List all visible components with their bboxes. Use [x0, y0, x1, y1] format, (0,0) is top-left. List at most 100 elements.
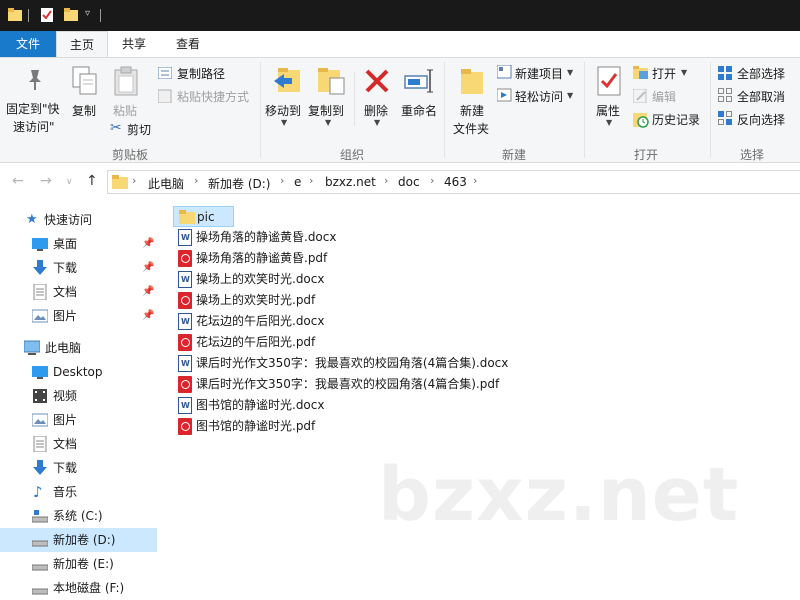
breadcrumb-item[interactable]: 此电脑 — [148, 175, 184, 192]
nav-item-music[interactable]: ♪ 音乐 — [0, 480, 157, 504]
word-document-icon — [178, 313, 192, 330]
new-item-icon — [497, 65, 512, 79]
file-name: 图书馆的静谧时光.docx — [196, 398, 325, 412]
address-bar[interactable]: › 此电脑 › 新加卷 (D:) › e › bzxz.net › doc › … — [107, 170, 800, 194]
breadcrumb-item[interactable]: 新加卷 (D:) — [208, 175, 270, 192]
pdf-icon — [178, 292, 192, 309]
pdf-icon — [178, 376, 192, 393]
breadcrumb-item[interactable]: bzxz.net — [325, 175, 376, 189]
pdf-icon — [178, 418, 192, 435]
ribbon: 固定到"快 速访问" 复制 粘贴 复制路径 粘贴快捷方式 ✂ 剪切 剪贴板 移动… — [0, 57, 800, 163]
word-document-icon — [178, 229, 192, 246]
pin-icon[interactable]: 📌 — [142, 280, 154, 304]
breadcrumb-separator-icon[interactable]: › — [473, 174, 477, 187]
separator — [444, 62, 445, 158]
download-icon — [33, 260, 47, 275]
select-all-icon — [718, 66, 732, 80]
nav-item-downloads-pc[interactable]: 下载 — [0, 456, 157, 480]
new-item-label: 新建项目 — [515, 67, 564, 81]
nav-item-desktop-pc[interactable]: Desktop — [0, 360, 157, 384]
chevron-down-icon: ▼ — [567, 68, 574, 77]
pin-label: 速访问" — [13, 120, 55, 134]
pin-label: 固定到"快 — [6, 102, 60, 116]
nav-item-documents[interactable]: 文档 📌 — [0, 280, 157, 304]
nav-item-label: 视频 — [53, 389, 78, 403]
nav-item-label: 文档 — [53, 285, 78, 299]
tab-home[interactable]: 主页 — [56, 31, 108, 58]
up-arrow-icon[interactable]: ↑ — [86, 173, 98, 189]
nav-item-pictures-pc[interactable]: 图片 — [0, 408, 157, 432]
nav-item-label: 图片 — [53, 309, 78, 323]
breadcrumb-item[interactable]: 463 — [444, 175, 467, 189]
nav-item-drive-c[interactable]: 系统 (C:) — [0, 504, 157, 528]
copy-to-icon — [318, 68, 345, 95]
desktop-icon — [32, 366, 48, 379]
navigation-pane: ★ 快速访问 桌面 📌 下载 📌 文档 📌 图片 📌 此电脑 Desktop 视… — [0, 200, 157, 600]
nav-item-label: 文档 — [53, 437, 78, 451]
nav-item-label: 系统 (C:) — [53, 509, 103, 523]
breadcrumb-item[interactable]: e — [294, 175, 301, 189]
pictures-icon — [32, 309, 48, 323]
group-label-new: 新建 — [501, 148, 526, 162]
nav-item-this-pc[interactable]: 此电脑 — [0, 336, 157, 360]
video-icon — [33, 389, 47, 403]
nav-item-videos[interactable]: 视频 — [0, 384, 157, 408]
move-to-label: 移动到 — [265, 104, 302, 118]
delete-label: 删除 — [364, 104, 389, 118]
recent-locations-icon[interactable]: ∨ — [66, 177, 73, 187]
address-bar-row: ← → ∨ ↑ › 此电脑 › 新加卷 (D:) › e › bzxz.net … — [0, 164, 800, 200]
breadcrumb-separator-icon[interactable]: › — [280, 174, 284, 187]
nav-item-label: 桌面 — [53, 237, 78, 251]
nav-item-label: 快速访问 — [44, 213, 93, 227]
nav-item-downloads[interactable]: 下载 📌 — [0, 256, 157, 280]
group-label-clipboard: 剪贴板 — [111, 148, 148, 162]
group-label-open: 打开 — [633, 148, 658, 162]
nav-item-drive-d[interactable]: 新加卷 (D:) — [0, 528, 157, 552]
file-list: pic 操场角落的静谧黄昏.docx 操场角落的静谧黄昏.pdf 操场上的欢笑时… — [157, 200, 800, 600]
breadcrumb-separator-icon[interactable]: › — [384, 174, 388, 187]
file-name: 操场上的欢笑时光.docx — [196, 272, 325, 286]
new-folder-icon — [461, 69, 483, 94]
tab-view[interactable]: 查看 — [162, 31, 214, 57]
desktop-icon — [32, 238, 48, 251]
new-folder-label: 新建 — [460, 104, 485, 118]
nav-item-desktop[interactable]: 桌面 📌 — [0, 232, 157, 256]
breadcrumb-separator-icon[interactable]: › — [132, 174, 136, 187]
breadcrumb-item[interactable]: doc — [398, 175, 420, 189]
properties-quick-icon[interactable] — [40, 8, 54, 22]
paste-shortcut-icon — [158, 89, 172, 103]
breadcrumb-separator-icon[interactable]: › — [430, 174, 434, 187]
nav-item-drive-f[interactable]: 本地磁盘 (F:) — [0, 576, 157, 600]
customize-toolbar-icon[interactable]: ▿ — [85, 8, 90, 19]
nav-item-pictures[interactable]: 图片 📌 — [0, 304, 157, 328]
nav-item-label: 下载 — [53, 461, 78, 475]
word-document-icon — [178, 355, 192, 372]
group-label-select: 选择 — [739, 148, 764, 162]
nav-item-drive-e[interactable]: 新加卷 (E:) — [0, 552, 157, 576]
chevron-down-icon: ▼ — [681, 68, 688, 77]
breadcrumb-separator-icon[interactable]: › — [194, 174, 198, 187]
tab-share[interactable]: 共享 — [110, 31, 158, 57]
nav-item-quick-access[interactable]: ★ 快速访问 — [0, 208, 157, 232]
history-icon — [633, 113, 649, 128]
chevron-down-icon: ▼ — [281, 118, 288, 127]
edit-label: 编辑 — [652, 90, 677, 104]
file-name: 操场上的欢笑时光.pdf — [196, 293, 316, 307]
back-arrow-icon[interactable]: ← — [12, 173, 24, 189]
new-folder-quick-icon[interactable] — [64, 8, 78, 22]
chevron-down-icon: ▼ — [374, 118, 381, 127]
breadcrumb-separator-icon[interactable]: › — [309, 174, 313, 187]
forward-arrow-icon[interactable]: → — [40, 173, 52, 189]
list-item-folder[interactable]: pic — [173, 206, 234, 227]
select-none-icon — [718, 88, 732, 102]
pin-icon[interactable]: 📌 — [142, 232, 154, 256]
pin-icon[interactable]: 📌 — [142, 304, 154, 328]
folder-icon — [112, 175, 128, 189]
pin-icon[interactable]: 📌 — [142, 256, 154, 280]
file-name: 课后时光作文350字：我最喜欢的校园角落(4篇合集).docx — [196, 356, 509, 370]
tab-file[interactable]: 文件 — [0, 31, 56, 57]
download-icon — [33, 460, 47, 475]
rename-label: 重命名 — [401, 104, 438, 118]
word-document-icon — [178, 271, 192, 288]
nav-item-documents-pc[interactable]: 文档 — [0, 432, 157, 456]
